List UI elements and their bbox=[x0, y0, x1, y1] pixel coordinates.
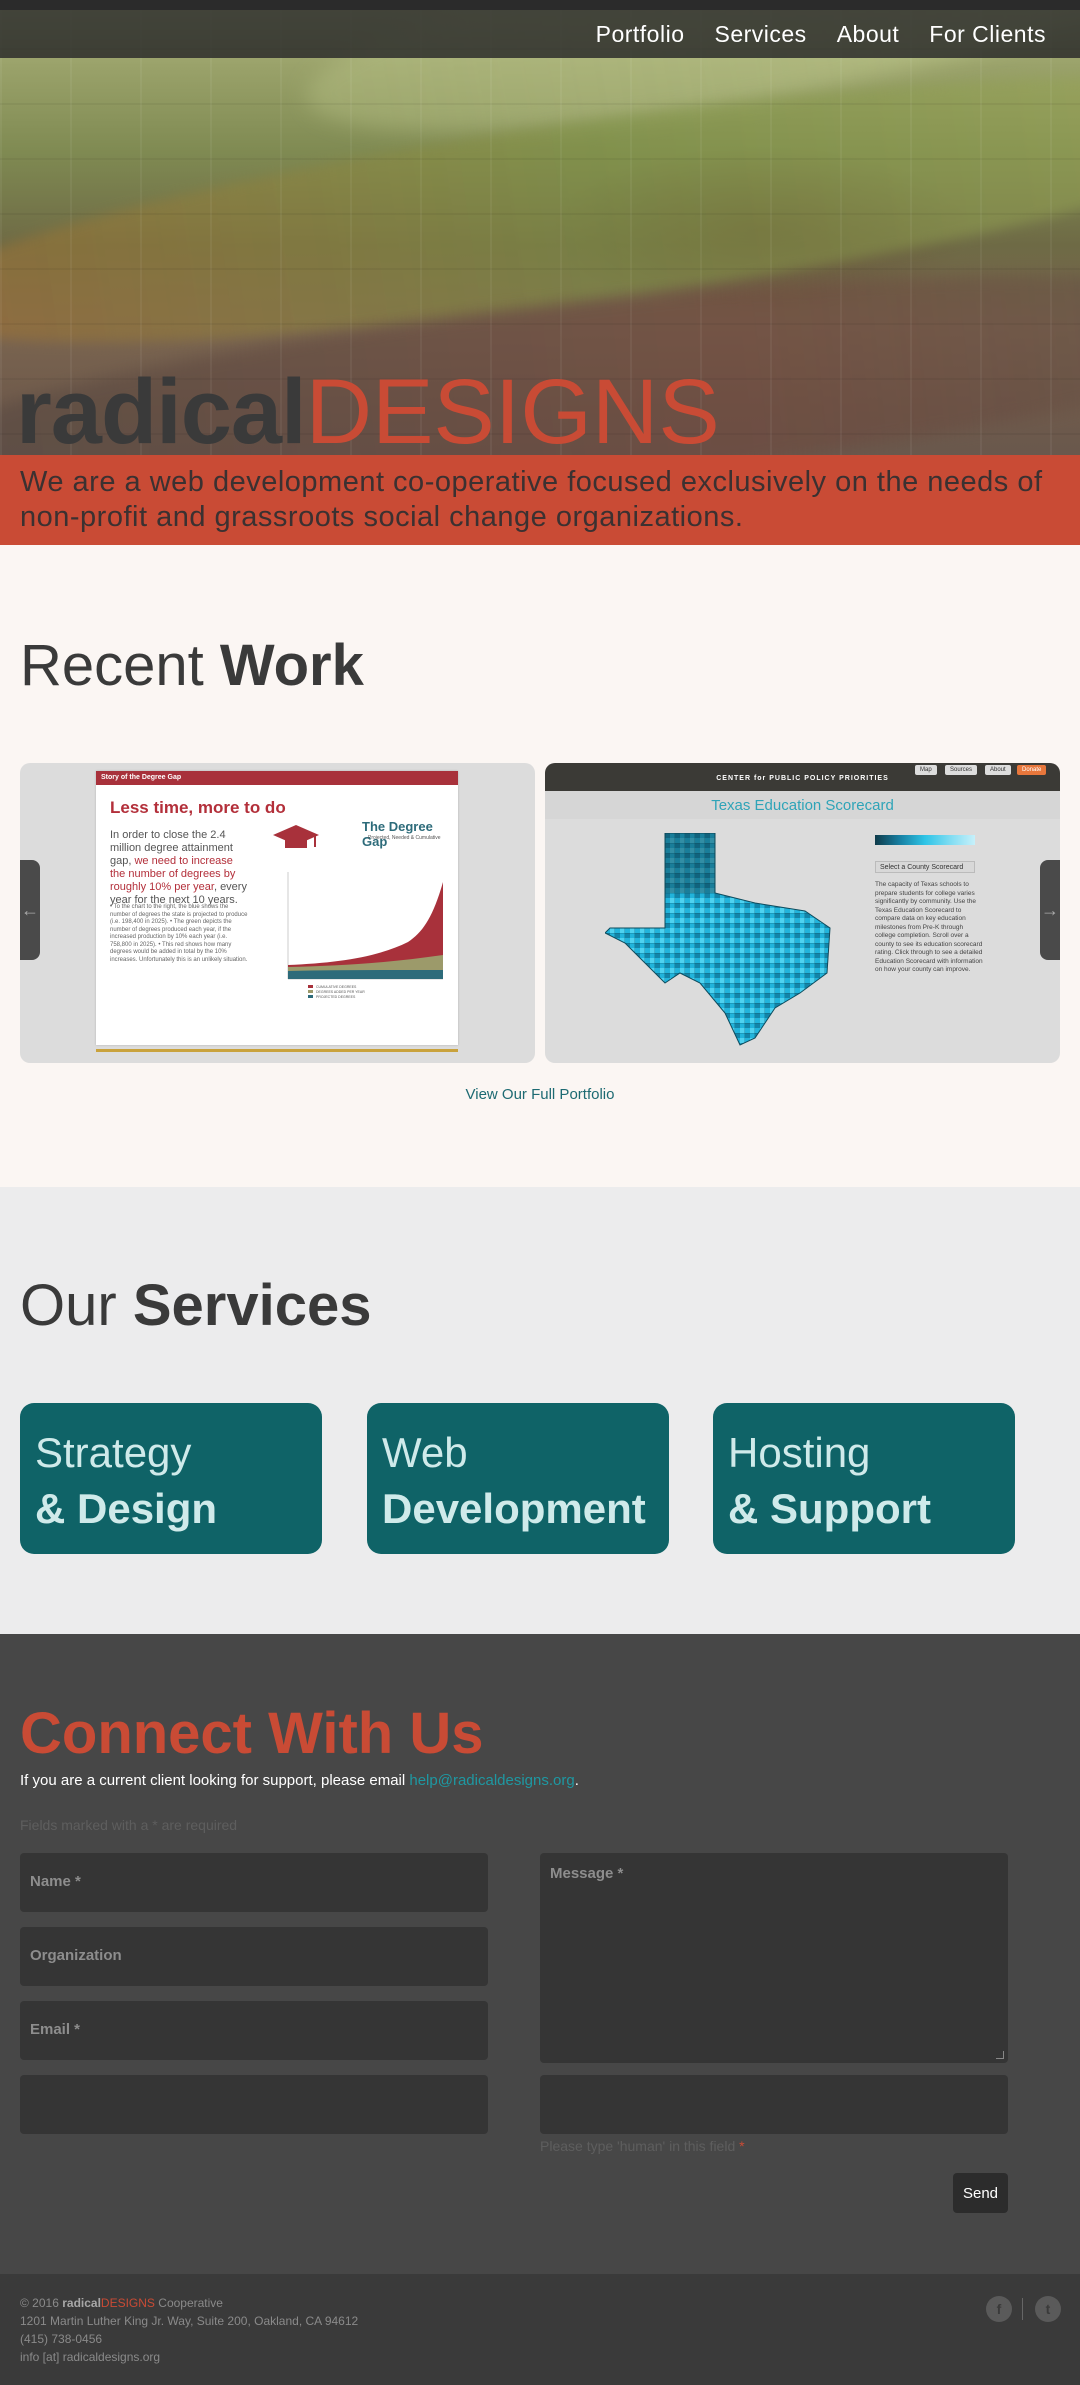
nav-for-clients[interactable]: For Clients bbox=[929, 21, 1046, 48]
slide-description: The capacity of Texas schools to prepare… bbox=[875, 881, 983, 973]
facebook-icon[interactable]: f bbox=[986, 2296, 1012, 2322]
human-check-field[interactable] bbox=[540, 2075, 1008, 2134]
required-note: Fields marked with a * are required bbox=[20, 1817, 238, 1833]
main-nav: Portfolio Services About For Clients bbox=[0, 10, 1080, 58]
tagline: We are a web development co-operative fo… bbox=[20, 466, 1043, 533]
carousel-next-button[interactable]: → bbox=[1040, 860, 1060, 960]
footer-phone: (415) 738-0456 bbox=[20, 2332, 103, 2346]
logo-radical: radical bbox=[16, 361, 307, 463]
tagline-bar: We are a web development co-operative fo… bbox=[0, 455, 1080, 545]
service-web-development[interactable]: Web Development bbox=[367, 1403, 669, 1554]
slide-title: Less time, more to do bbox=[110, 798, 286, 817]
slide-chart-subtitle: Projected, Needed & Cumulative bbox=[368, 835, 441, 841]
slide-btn-about: About bbox=[985, 765, 1011, 775]
name-field[interactable]: Name * bbox=[20, 1853, 488, 1912]
recent-work-title: Recent Work bbox=[20, 633, 364, 698]
send-button[interactable]: Send bbox=[953, 2173, 1008, 2213]
footer-address: 1201 Martin Luther King Jr. Way, Suite 2… bbox=[20, 2314, 359, 2328]
logo-designs: DESIGNS bbox=[305, 361, 720, 463]
footer bbox=[0, 2274, 1080, 2385]
slide-document: Story of the Degree Gap Less time, more … bbox=[96, 771, 458, 1045]
message-field[interactable]: Message * bbox=[540, 1853, 1008, 2063]
organization-field[interactable]: Organization bbox=[20, 1927, 488, 1986]
svg-text:CUMULATIVE DEGREES: CUMULATIVE DEGREES bbox=[316, 985, 357, 989]
resize-handle-icon[interactable] bbox=[996, 2051, 1004, 2059]
arrow-right-icon: → bbox=[1041, 899, 1059, 920]
nav-services[interactable]: Services bbox=[714, 21, 806, 48]
degree-gap-chart: CUMULATIVE DEGREES DEGREES ADDED PER YEA… bbox=[287, 872, 443, 999]
texas-map bbox=[605, 833, 831, 1046]
arrow-left-icon: ← bbox=[21, 899, 39, 920]
slide-btn-map: Map bbox=[915, 765, 937, 775]
connect-intro: If you are a current client looking for … bbox=[20, 1772, 579, 1789]
service-strategy-design[interactable]: Strategy & Design bbox=[20, 1403, 322, 1554]
services-title: Our Services bbox=[20, 1273, 372, 1338]
footer-copyright: © 2016 radicalDESIGNS Cooperative bbox=[20, 2296, 223, 2310]
slide-btn-donate: Donate bbox=[1017, 765, 1047, 775]
twitter-icon[interactable]: t bbox=[1035, 2296, 1061, 2322]
county-select: Select a County Scorecard bbox=[875, 861, 975, 873]
slide-title: Texas Education Scorecard bbox=[711, 797, 894, 814]
email-field[interactable]: Email * bbox=[20, 2001, 488, 2060]
slide-btn-sources: Sources bbox=[945, 765, 978, 775]
carousel-prev-button[interactable]: ← bbox=[20, 860, 40, 960]
service-hosting-support[interactable]: Hosting & Support bbox=[713, 1403, 1015, 1554]
graduation-cap-icon bbox=[273, 825, 319, 848]
human-note: Please type 'human' in this field * bbox=[540, 2138, 745, 2154]
extra-field[interactable] bbox=[20, 2075, 488, 2134]
slide-header: Story of the Degree Gap bbox=[96, 771, 458, 785]
portfolio-card-texas-scorecard[interactable]: CENTER for PUBLIC POLICY PRIORITIES Map … bbox=[545, 763, 1060, 1063]
site-logo[interactable]: radicalDESIGNS bbox=[16, 366, 720, 458]
support-email-link[interactable]: help@radicaldesigns.org bbox=[409, 1772, 574, 1789]
footer-email: info [at] radicaldesigns.org bbox=[20, 2350, 161, 2364]
nav-portfolio[interactable]: Portfolio bbox=[596, 21, 685, 48]
nav-about[interactable]: About bbox=[837, 21, 900, 48]
slide-bullets: • To the chart to the right, the blue sh… bbox=[110, 904, 248, 963]
slide-intro: In order to close the 2.4 million degree… bbox=[110, 829, 247, 906]
portfolio-card-degree-gap[interactable]: Story of the Degree Gap Less time, more … bbox=[20, 763, 535, 1063]
connect-title: Connect With Us bbox=[20, 1701, 484, 1766]
map-legend bbox=[875, 835, 975, 845]
slide-brand: CENTER for PUBLIC POLICY PRIORITIES bbox=[716, 775, 889, 782]
svg-text:DEGREES ADDED PER YEAR: DEGREES ADDED PER YEAR bbox=[316, 990, 365, 994]
top-strip bbox=[0, 0, 1080, 10]
svg-text:PROJECTED DEGREES: PROJECTED DEGREES bbox=[316, 995, 356, 999]
slide-chart-title: The Degree Gap bbox=[362, 819, 433, 849]
view-portfolio-link[interactable]: View Our Full Portfolio bbox=[0, 1086, 1080, 1103]
